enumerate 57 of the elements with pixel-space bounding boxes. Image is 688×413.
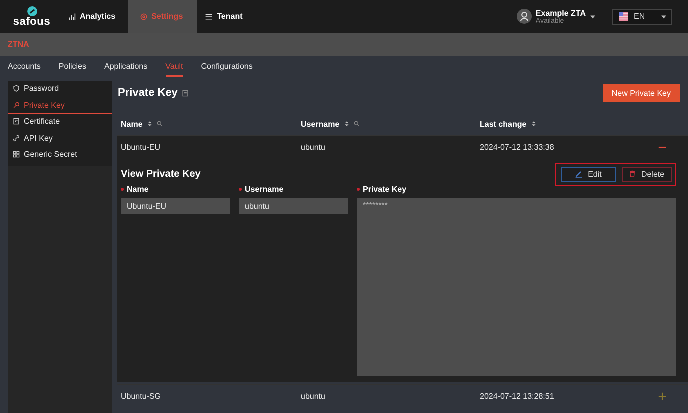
delete-button[interactable]: Delete xyxy=(622,166,672,182)
sidebar-item[interactable]: Certificate xyxy=(8,114,112,130)
search-icon[interactable] xyxy=(156,121,163,127)
document-icon[interactable] xyxy=(182,90,189,96)
bar-chart-icon xyxy=(68,12,76,20)
caret-icon[interactable] xyxy=(590,14,596,20)
column-header: Name xyxy=(121,120,143,128)
table-cell-text: Ubuntu-EU xyxy=(121,143,162,152)
shield-icon xyxy=(13,85,20,92)
new-button[interactable]: New Private Key xyxy=(602,84,680,102)
input-field[interactable]: ubuntu xyxy=(239,198,348,214)
nav-tab[interactable]: Tenant xyxy=(197,0,255,33)
certificate-icon xyxy=(13,118,20,126)
sidebar-item[interactable]: Password xyxy=(8,81,112,98)
sidebar-item[interactable]: Private Key xyxy=(8,98,112,114)
expand-icon[interactable] xyxy=(658,392,667,401)
table-cell-text: Ubuntu-SG xyxy=(121,392,162,401)
input-field[interactable]: Ubuntu-EU xyxy=(121,198,230,214)
flag-icon xyxy=(617,12,631,21)
language-select[interactable]: EN xyxy=(612,8,672,24)
detail-title: View Private Key xyxy=(121,168,201,180)
field-label: Private Key xyxy=(363,185,407,194)
search-icon[interactable] xyxy=(354,121,360,127)
sort-icon[interactable] xyxy=(146,120,153,128)
grid-icon xyxy=(13,151,20,158)
edit-button[interactable]: Edit xyxy=(561,166,616,182)
table-cell-text: 2024-07-12 13:33:38 xyxy=(480,143,556,152)
caret-icon xyxy=(661,14,667,20)
sidebar-item[interactable]: Generic Secret xyxy=(8,147,112,164)
sort-icon[interactable] xyxy=(530,120,537,128)
sub-tab[interactable]: Applications xyxy=(104,56,148,76)
settings-icon xyxy=(140,12,148,20)
sub-tab[interactable]: Accounts xyxy=(8,56,41,76)
table-cell-text: ubuntu xyxy=(301,143,326,152)
table-cell-text: ubuntu xyxy=(301,392,326,401)
sidebar-item[interactable]: API Key xyxy=(8,130,112,147)
avatar-icon[interactable] xyxy=(516,9,532,24)
key-icon xyxy=(13,102,20,109)
sort-icon[interactable] xyxy=(344,120,350,128)
user-name: Example ZTA xyxy=(536,8,586,18)
sub-tab[interactable]: Configurations xyxy=(201,56,253,76)
list-icon xyxy=(205,12,214,20)
pencil-icon xyxy=(575,170,584,178)
table-cell-text: 2024-07-12 13:28:51 xyxy=(480,392,556,401)
field-label: Username xyxy=(245,185,284,194)
logo-text: safous xyxy=(13,16,51,28)
nav-tab[interactable]: Analytics xyxy=(60,0,128,33)
text-area[interactable]: ******** xyxy=(357,198,676,376)
field-label: Name xyxy=(127,185,149,194)
column-header: Last change xyxy=(480,120,527,128)
trash-icon xyxy=(629,170,636,178)
sub-tab[interactable]: Policies xyxy=(58,56,86,76)
section-title: ZTNA xyxy=(8,40,30,49)
link-icon xyxy=(13,134,20,142)
logo-icon xyxy=(26,6,38,16)
page-title: Private Key xyxy=(118,87,178,99)
column-header: Username xyxy=(301,120,340,128)
